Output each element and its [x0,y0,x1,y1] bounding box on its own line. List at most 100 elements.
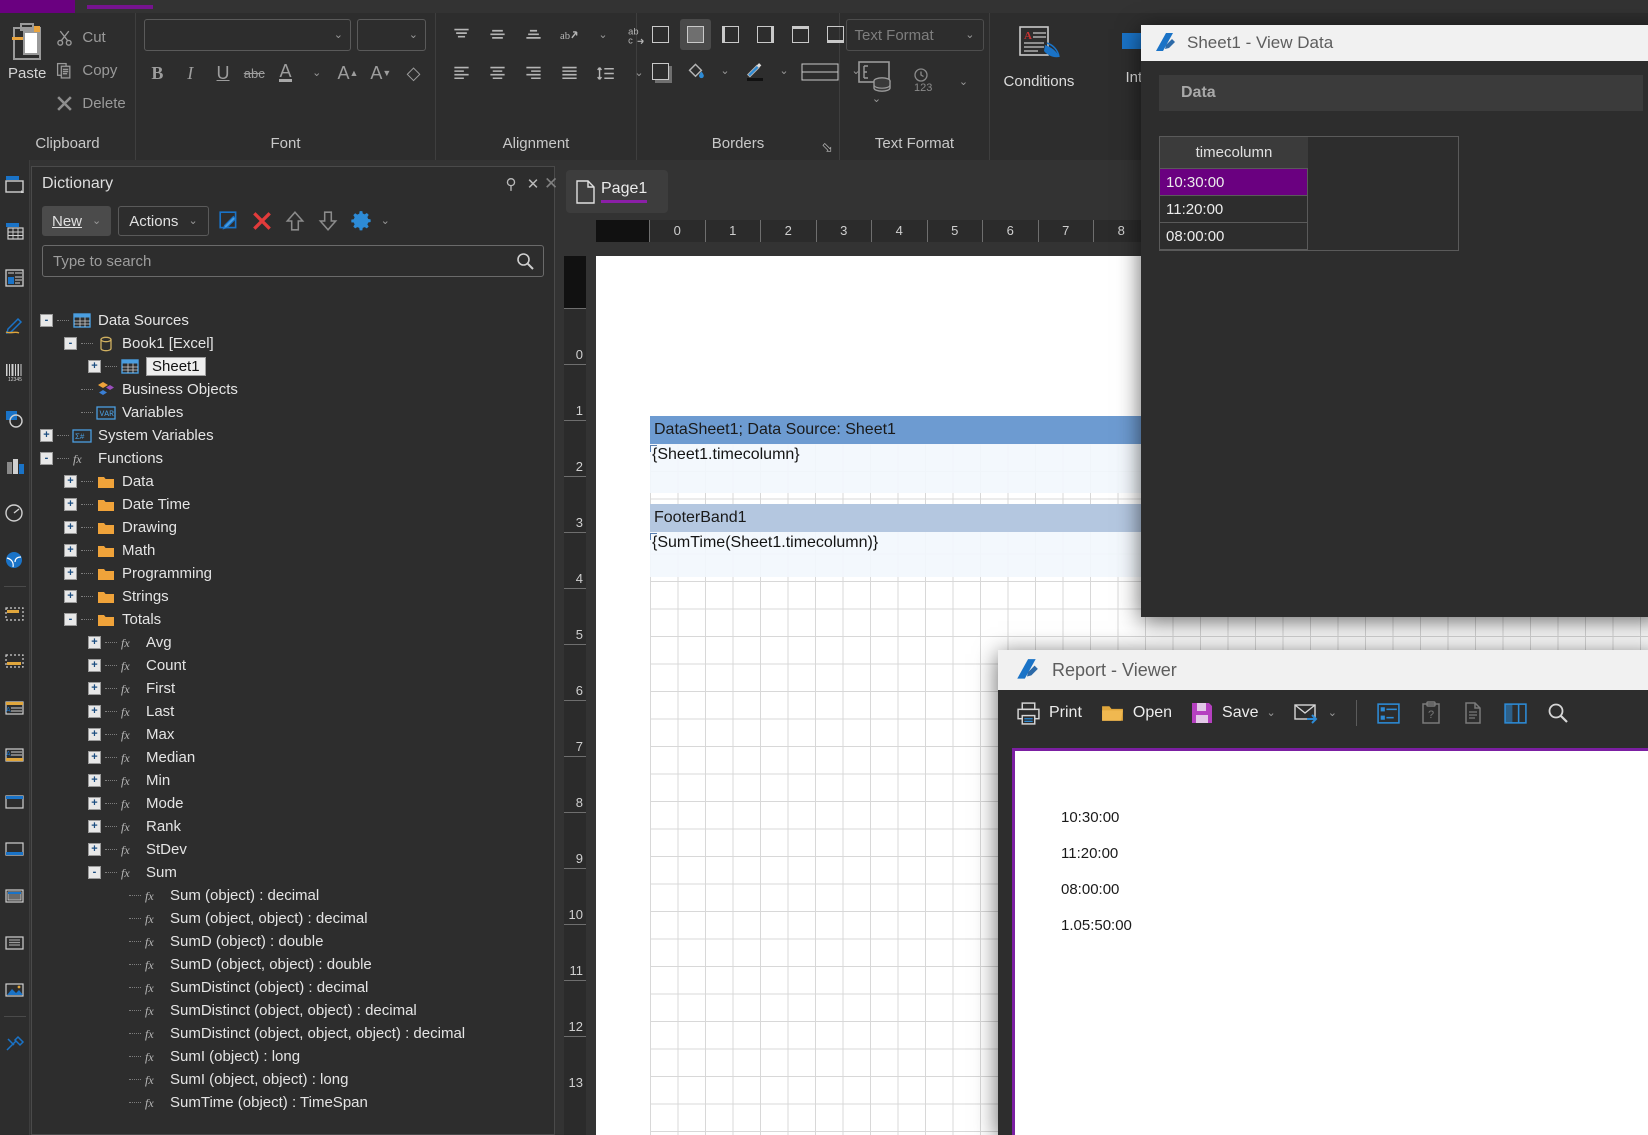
border-all-button[interactable] [680,19,711,50]
font-color-dropdown[interactable]: ⌄ [305,57,329,89]
tree-expander[interactable]: + [64,544,77,557]
move-down-button[interactable] [315,207,341,235]
border-top-button[interactable] [785,19,816,50]
tree-expander[interactable]: + [88,797,101,810]
tool-reportbands-icon[interactable] [0,590,30,637]
save-button[interactable]: Save ⌄ [1184,695,1282,731]
border-none-button[interactable] [645,19,676,50]
tree-item[interactable]: fx SumDistinct (object) : decimal [32,976,554,999]
align-right-button[interactable] [516,57,550,89]
tree-item[interactable]: + fx Count [32,654,554,677]
tool-footer-band-icon[interactable]: A [0,731,30,778]
cut-button[interactable]: Cut [52,23,129,51]
fill-color-dropdown[interactable]: ⌄ [715,56,735,87]
tree-item[interactable]: + fx Max [32,723,554,746]
borders-dialog-launcher[interactable]: ⬂ [821,139,833,156]
tree-expander[interactable]: + [64,475,77,488]
border-right-button[interactable] [750,19,781,50]
font-size-combo[interactable]: ⌄ [357,19,426,51]
tool-gauge-icon[interactable] [0,489,30,536]
italic-button[interactable]: I [177,57,204,89]
viewer-titlebar[interactable]: Report - Viewer [998,650,1648,690]
currency-format-button[interactable]: ⌄ [851,59,903,105]
print-button[interactable]: Print [1010,695,1088,731]
tree-item[interactable]: - fx Sum [32,861,554,884]
border-color-dropdown[interactable]: ⌄ [774,56,794,87]
align-left-button[interactable] [444,57,478,89]
view-data-window[interactable]: Sheet1 - View Data Data timecolumn 10:30… [1141,25,1648,617]
border-style-button[interactable] [798,56,842,87]
fill-color-button[interactable] [680,56,711,87]
tree-item[interactable]: + fx Mode [32,792,554,815]
tree-item[interactable]: VAR Variables [32,401,554,424]
tree-expander[interactable]: - [40,314,53,327]
paste-button[interactable]: Paste [8,19,46,82]
open-button[interactable]: Open [1094,695,1178,731]
edit-button[interactable] [216,207,242,235]
tree-expander[interactable]: + [88,751,101,764]
data-grid-row[interactable]: 10:30:00 [1160,169,1308,196]
tool-shape-icon[interactable] [0,395,30,442]
underline-button[interactable]: U [210,57,237,89]
tool-page-footer-icon[interactable] [0,825,30,872]
tree-item[interactable]: fx SumI (object) : long [32,1045,554,1068]
tree-item[interactable]: fx SumD (object, object) : double [32,953,554,976]
text-format-combo[interactable]: Text Format ⌄ [845,19,984,51]
tree-item[interactable]: + fx Rank [32,815,554,838]
dictionary-search[interactable] [42,245,544,277]
tree-expander[interactable]: + [88,659,101,672]
data-grid-row[interactable]: 11:20:00 [1160,196,1308,223]
tree-item[interactable]: - Data Sources [32,309,554,332]
tool-header-band-icon[interactable]: A [0,684,30,731]
bookmarks-button[interactable] [1370,695,1407,731]
settings-dropdown-chevron-down-icon[interactable]: ⌄ [381,215,390,227]
tree-expander[interactable]: + [64,521,77,534]
tree-item[interactable]: fx SumTime (object) : TimeSpan [32,1091,554,1114]
border-left-button[interactable] [715,19,746,50]
tool-signature-icon[interactable] [0,301,30,348]
tool-richtext-icon[interactable] [0,254,30,301]
font-color-button[interactable]: A [272,57,299,89]
footer-band-text[interactable]: {SumTime(Sheet1.timecolumn)} [652,534,878,552]
tool-panel-icon[interactable] [0,160,30,207]
increase-font-size-button[interactable]: A ▲ [335,57,362,89]
conditions-button[interactable]: A Conditions [998,19,1080,90]
thumbnails-button[interactable] [1497,695,1534,731]
tree-expander[interactable]: - [64,337,77,350]
tree-item[interactable]: + Math [32,539,554,562]
chevron-down-icon[interactable]: ⌄ [1328,707,1337,719]
search-icon[interactable] [515,251,535,271]
align-middle-button[interactable] [480,19,514,51]
tool-page-header-icon[interactable] [0,778,30,825]
new-button[interactable]: New ⌄ [42,206,112,236]
number-format-button[interactable]: 123 [909,59,943,105]
tree-item[interactable]: - Book1 [Excel] [32,332,554,355]
tree-item[interactable]: + Programming [32,562,554,585]
strikethrough-button[interactable]: abc [242,57,266,89]
border-shadow-button[interactable] [645,56,676,87]
view-data-tab-data[interactable]: Data [1159,75,1643,111]
tool-barcode-icon[interactable]: 12345 [0,348,30,395]
parameters-button[interactable]: ? [1413,695,1449,731]
report-viewer-window[interactable]: Report - Viewer Print Open Save ⌄ ⌄ ? 10… [998,650,1648,1135]
data-grid-row[interactable]: 08:00:00 [1160,223,1308,250]
tree-expander[interactable]: + [64,590,77,603]
data-band-text[interactable]: {Sheet1.timecolumn} [652,446,800,464]
tree-item[interactable]: + fx First [32,677,554,700]
number-format-dropdown[interactable]: ⌄ [949,66,979,98]
tool-data-band-icon[interactable] [0,872,30,919]
tool-chart-icon[interactable] [0,442,30,489]
tree-item[interactable]: + fx StDev [32,838,554,861]
tree-item[interactable]: Business Objects [32,378,554,401]
decrease-font-size-button[interactable]: A ▼ [367,57,394,89]
find-button[interactable] [1540,695,1576,731]
align-top-button[interactable] [444,19,478,51]
pages-button[interactable] [1455,695,1491,731]
tree-item[interactable]: + Σ# System Variables [32,424,554,447]
search-input[interactable] [51,251,515,271]
view-data-column-header[interactable]: timecolumn [1160,137,1308,169]
tree-expander[interactable]: + [88,820,101,833]
tree-item[interactable]: + Strings [32,585,554,608]
tree-expander[interactable]: + [40,429,53,442]
tree-item[interactable]: fx SumDistinct (object, object, object) :… [32,1022,554,1045]
